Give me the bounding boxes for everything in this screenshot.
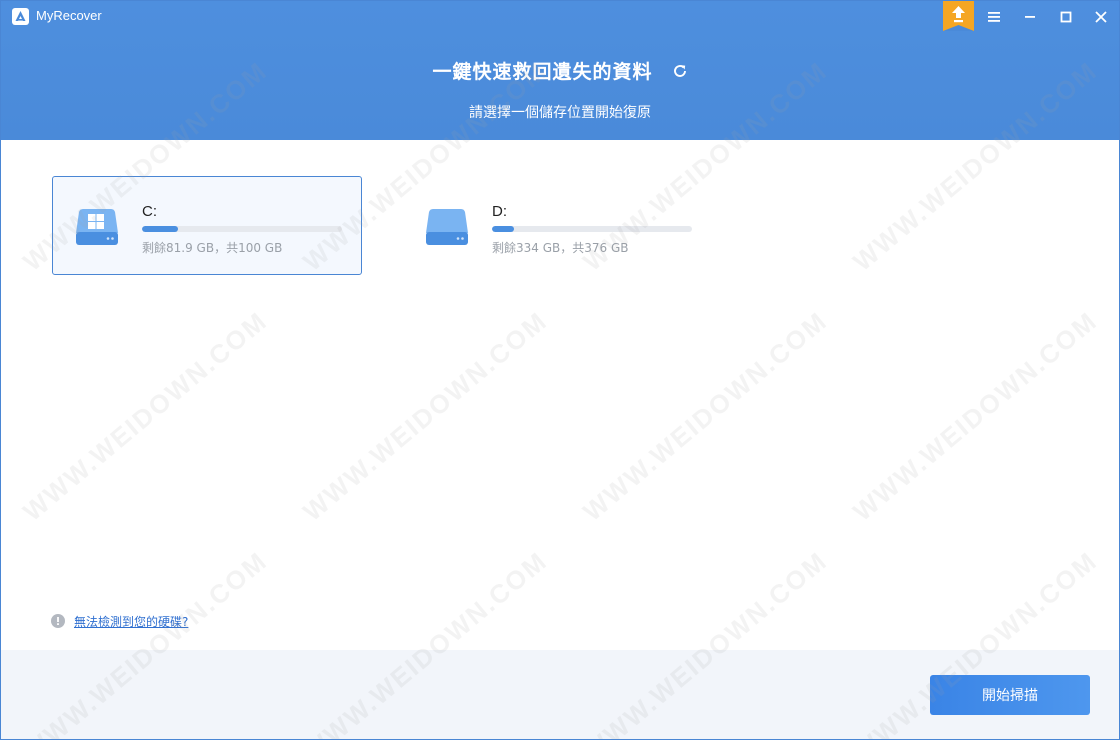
maximize-icon [1060, 11, 1072, 23]
drive-usage-fill [142, 226, 178, 232]
headline-row: 一鍵快速救回遺失的資料 [1, 57, 1119, 84]
app-window: MyRecover 一鍵快速救回遺失的資料 請選擇一個儲存位置開始復原 C: 剩… [0, 0, 1120, 740]
menu-button[interactable] [982, 5, 1006, 29]
drive-letter: D: [492, 203, 507, 220]
app-title: MyRecover [36, 8, 102, 23]
footer: 開始掃描 [1, 650, 1119, 739]
drive-usage-fill [492, 226, 514, 232]
start-scan-button[interactable]: 開始掃描 [930, 675, 1090, 715]
info-icon [51, 613, 65, 628]
minimize-button[interactable] [1018, 5, 1042, 29]
page-title: 一鍵快速救回遺失的資料 [432, 61, 653, 83]
drive-capacity: 剩餘81.9 GB，共100 GB [142, 241, 283, 255]
minimize-icon [1025, 16, 1035, 18]
watermark-text: WWW.WEIDOWN.COM [847, 305, 1103, 527]
drive-capacity: 剩餘334 GB，共376 GB [492, 241, 629, 255]
upgrade-arrow-icon [943, 6, 974, 31]
close-button[interactable] [1089, 5, 1113, 29]
maximize-button[interactable] [1054, 5, 1078, 29]
watermark-text: WWW.WEIDOWN.COM [297, 305, 553, 527]
drive-card-d[interactable]: D: 剩餘334 GB，共376 GB [402, 176, 712, 275]
drive-letter: C: [142, 203, 157, 220]
drive-card-c[interactable]: C: 剩餘81.9 GB，共100 GB [52, 176, 362, 275]
upgrade-button[interactable] [943, 1, 974, 31]
drive-usage-bar [492, 226, 692, 232]
refresh-icon [673, 64, 686, 77]
watermark-text: WWW.WEIDOWN.COM [577, 305, 833, 527]
app-logo-icon [12, 8, 29, 25]
drive-icon [425, 205, 469, 249]
refresh-button[interactable] [672, 63, 688, 79]
drive-not-detected-link[interactable]: 無法檢測到您的硬碟? [74, 613, 188, 630]
watermark-text: WWW.WEIDOWN.COM [17, 305, 273, 527]
title-bar: MyRecover [1, 1, 1119, 33]
hamburger-menu-icon [988, 12, 1000, 22]
close-icon [1095, 11, 1107, 23]
page-subtitle: 請選擇一個儲存位置開始復原 [469, 105, 651, 121]
header: MyRecover 一鍵快速救回遺失的資料 請選擇一個儲存位置開始復原 [1, 1, 1119, 140]
windows-drive-icon [75, 205, 119, 249]
drive-usage-bar [142, 226, 342, 232]
